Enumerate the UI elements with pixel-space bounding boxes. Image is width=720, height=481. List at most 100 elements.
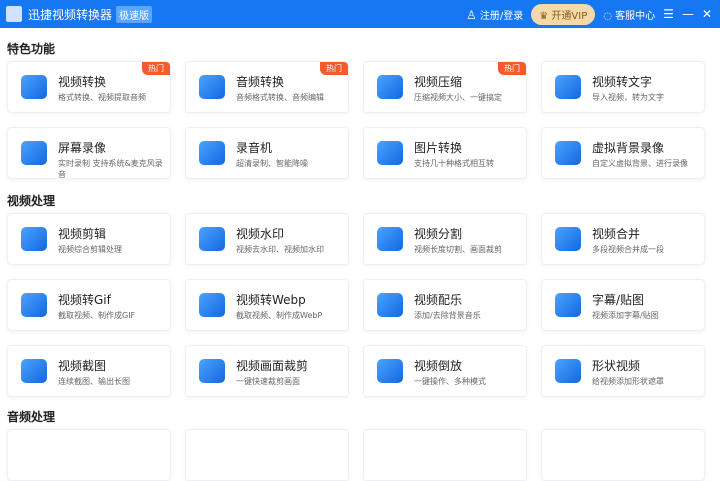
feature-icon [555,75,581,99]
feature-title: 视频转Gif [58,293,111,307]
feature-desc: 视频长度切割、画面裁剪 [414,245,502,254]
section-title: 特色功能 [7,42,56,56]
feature-icon [21,359,47,383]
feature-title: 视频转换 [58,75,107,89]
chat-icon: ◌ [603,10,612,22]
feature-icon [377,293,403,317]
feature-desc: 实时录制 支持系统&麦克风录音 [58,159,163,179]
feature-card[interactable]: 字幕/贴图视频添加字幕/贴图 [541,279,705,331]
feature-card[interactable]: 视频压缩压缩视频大小、一键搞定 热门 [363,61,527,113]
feature-desc: 视频添加字幕/贴图 [592,311,659,320]
minimize-icon[interactable]: — [682,7,694,21]
feature-title: 视频转Webp [236,293,306,307]
feature-icon [555,359,581,383]
feature-card[interactable]: 视频转Webp 截取视频、制作成WebP [185,279,349,331]
feature-desc: 视频综合剪辑处理 [58,245,122,254]
feature-title: 视频剪辑 [58,227,107,241]
feature-card[interactable]: 视频倒放 一键操作、多种模式 [363,345,527,397]
feature-title: 视频分割 [414,227,463,241]
feature-title: 视频截图 [58,359,107,373]
feature-desc: 多段视频合并成一段 [592,245,664,254]
edition-badge: 极速版 [116,5,153,23]
login-button[interactable]: ♙ 注册/登录 [466,7,523,22]
feature-desc: 截取视频、制作成WebP [236,311,323,320]
feature-card[interactable]: 虚拟背景录像自定义虚拟背景、进行录像 [541,127,705,179]
feature-desc: 压缩视频大小、一键搞定 [414,93,502,102]
feature-title: 视频配乐 [414,293,463,307]
feature-desc: 给视频添加形状遮罩 [592,377,664,386]
feature-title: 图片转换 [414,141,463,155]
section-title: 视频处理 [7,194,56,208]
feature-icon [377,359,403,383]
feature-desc: 一键快速裁剪画面 [236,377,300,386]
feature-desc: 支持几十种格式相互转 [414,159,494,168]
feature-icon [377,75,403,99]
feature-title: 录音机 [236,141,273,155]
feature-title: 视频水印 [236,227,285,241]
feature-icon [199,359,225,383]
feature-title: 字幕/贴图 [592,293,645,307]
hot-badge: 热门 [320,62,348,75]
user-icon: ♙ [465,7,477,22]
feature-icon [377,141,403,165]
feature-card[interactable]: 视频合并多段视频合并成一段 [541,213,705,265]
feature-desc: 自定义虚拟背景、进行录像 [592,159,688,168]
feature-desc: 超清录制、智能降噪 [236,159,308,168]
feature-icon [21,227,47,251]
feature-card[interactable]: 视频截图连续截图、输出长图 [7,345,171,397]
feature-icon [21,75,47,99]
feature-title: 音频转换 [236,75,285,89]
feature-card[interactable]: 视频转换格式转换、视频提取音频 热门 [7,61,171,113]
feature-card[interactable]: 图片转换支持几十种格式相互转 [363,127,527,179]
crown-icon: ♛ [539,10,549,22]
title-bar: 迅捷视频转换器 极速版 ♙ 注册/登录 ♛ 开通VIP ◌ 客服中心 ☰ — ✕ [0,0,720,28]
feature-icon [555,141,581,165]
feature-desc: 连续截图、输出长图 [58,377,130,386]
feature-desc: 音频格式转换、音频编辑 [236,93,324,102]
feature-card[interactable]: 形状视频给视频添加形状遮罩 [541,345,705,397]
vip-button[interactable]: ♛ 开通VIP [531,3,596,25]
feature-icon [21,141,47,165]
feature-icon [199,227,225,251]
feature-title: 形状视频 [592,359,641,373]
menu-icon[interactable]: ☰ [663,7,674,21]
feature-title: 视频转文字 [592,75,653,89]
feature-icon [199,293,225,317]
feature-card[interactable]: 视频转文字 导入视频，转为文字 [541,61,705,113]
feature-icon [377,227,403,251]
feature-card[interactable]: 视频分割视频长度切割、画面裁剪 [363,213,527,265]
feature-title: 视频倒放 [414,359,463,373]
feature-card[interactable]: 视频画面裁剪一键快速裁剪画面 [185,345,349,397]
feature-icon [199,75,225,99]
feature-title: 视频画面裁剪 [236,359,309,373]
feature-desc: 格式转换、视频提取音频 [58,93,146,102]
feature-card[interactable]: 视频水印视频去水印、视频加水印 [185,213,349,265]
feature-card[interactable] [7,429,171,481]
feature-card[interactable] [185,429,349,481]
feature-title: 视频合并 [592,227,641,241]
feature-card[interactable]: 音频转换音频格式转换、音频编辑 热门 [185,61,349,113]
feature-card[interactable]: 视频配乐添加/去除背景音乐 [363,279,527,331]
feature-card[interactable]: 视频转Gif 截取视频、制作成GIF [7,279,171,331]
feature-title: 屏幕录像 [58,141,107,155]
feature-card[interactable]: 视频剪辑视频综合剪辑处理 [7,213,171,265]
app-logo-icon [6,6,22,22]
feature-desc: 添加/去除背景音乐 [414,311,481,320]
feature-icon [21,293,47,317]
feature-card[interactable]: 屏幕录像实时录制 支持系统&麦克风录音 [7,127,171,179]
section-title: 音频处理 [7,410,56,424]
feature-card[interactable]: 录音机超清录制、智能降噪 [185,127,349,179]
feature-icon [199,141,225,165]
feature-desc: 视频去水印、视频加水印 [236,245,324,254]
feature-icon [555,293,581,317]
feature-icon [555,227,581,251]
feature-title: 虚拟背景录像 [592,141,665,155]
feature-card[interactable] [541,429,705,481]
hot-badge: 热门 [142,62,170,75]
close-icon[interactable]: ✕ [702,7,712,21]
feature-card[interactable] [363,429,527,481]
hot-badge: 热门 [498,62,526,75]
app-title: 迅捷视频转换器 [28,7,113,22]
service-button[interactable]: ◌ 客服中心 [603,7,655,22]
feature-title: 视频压缩 [414,75,463,89]
